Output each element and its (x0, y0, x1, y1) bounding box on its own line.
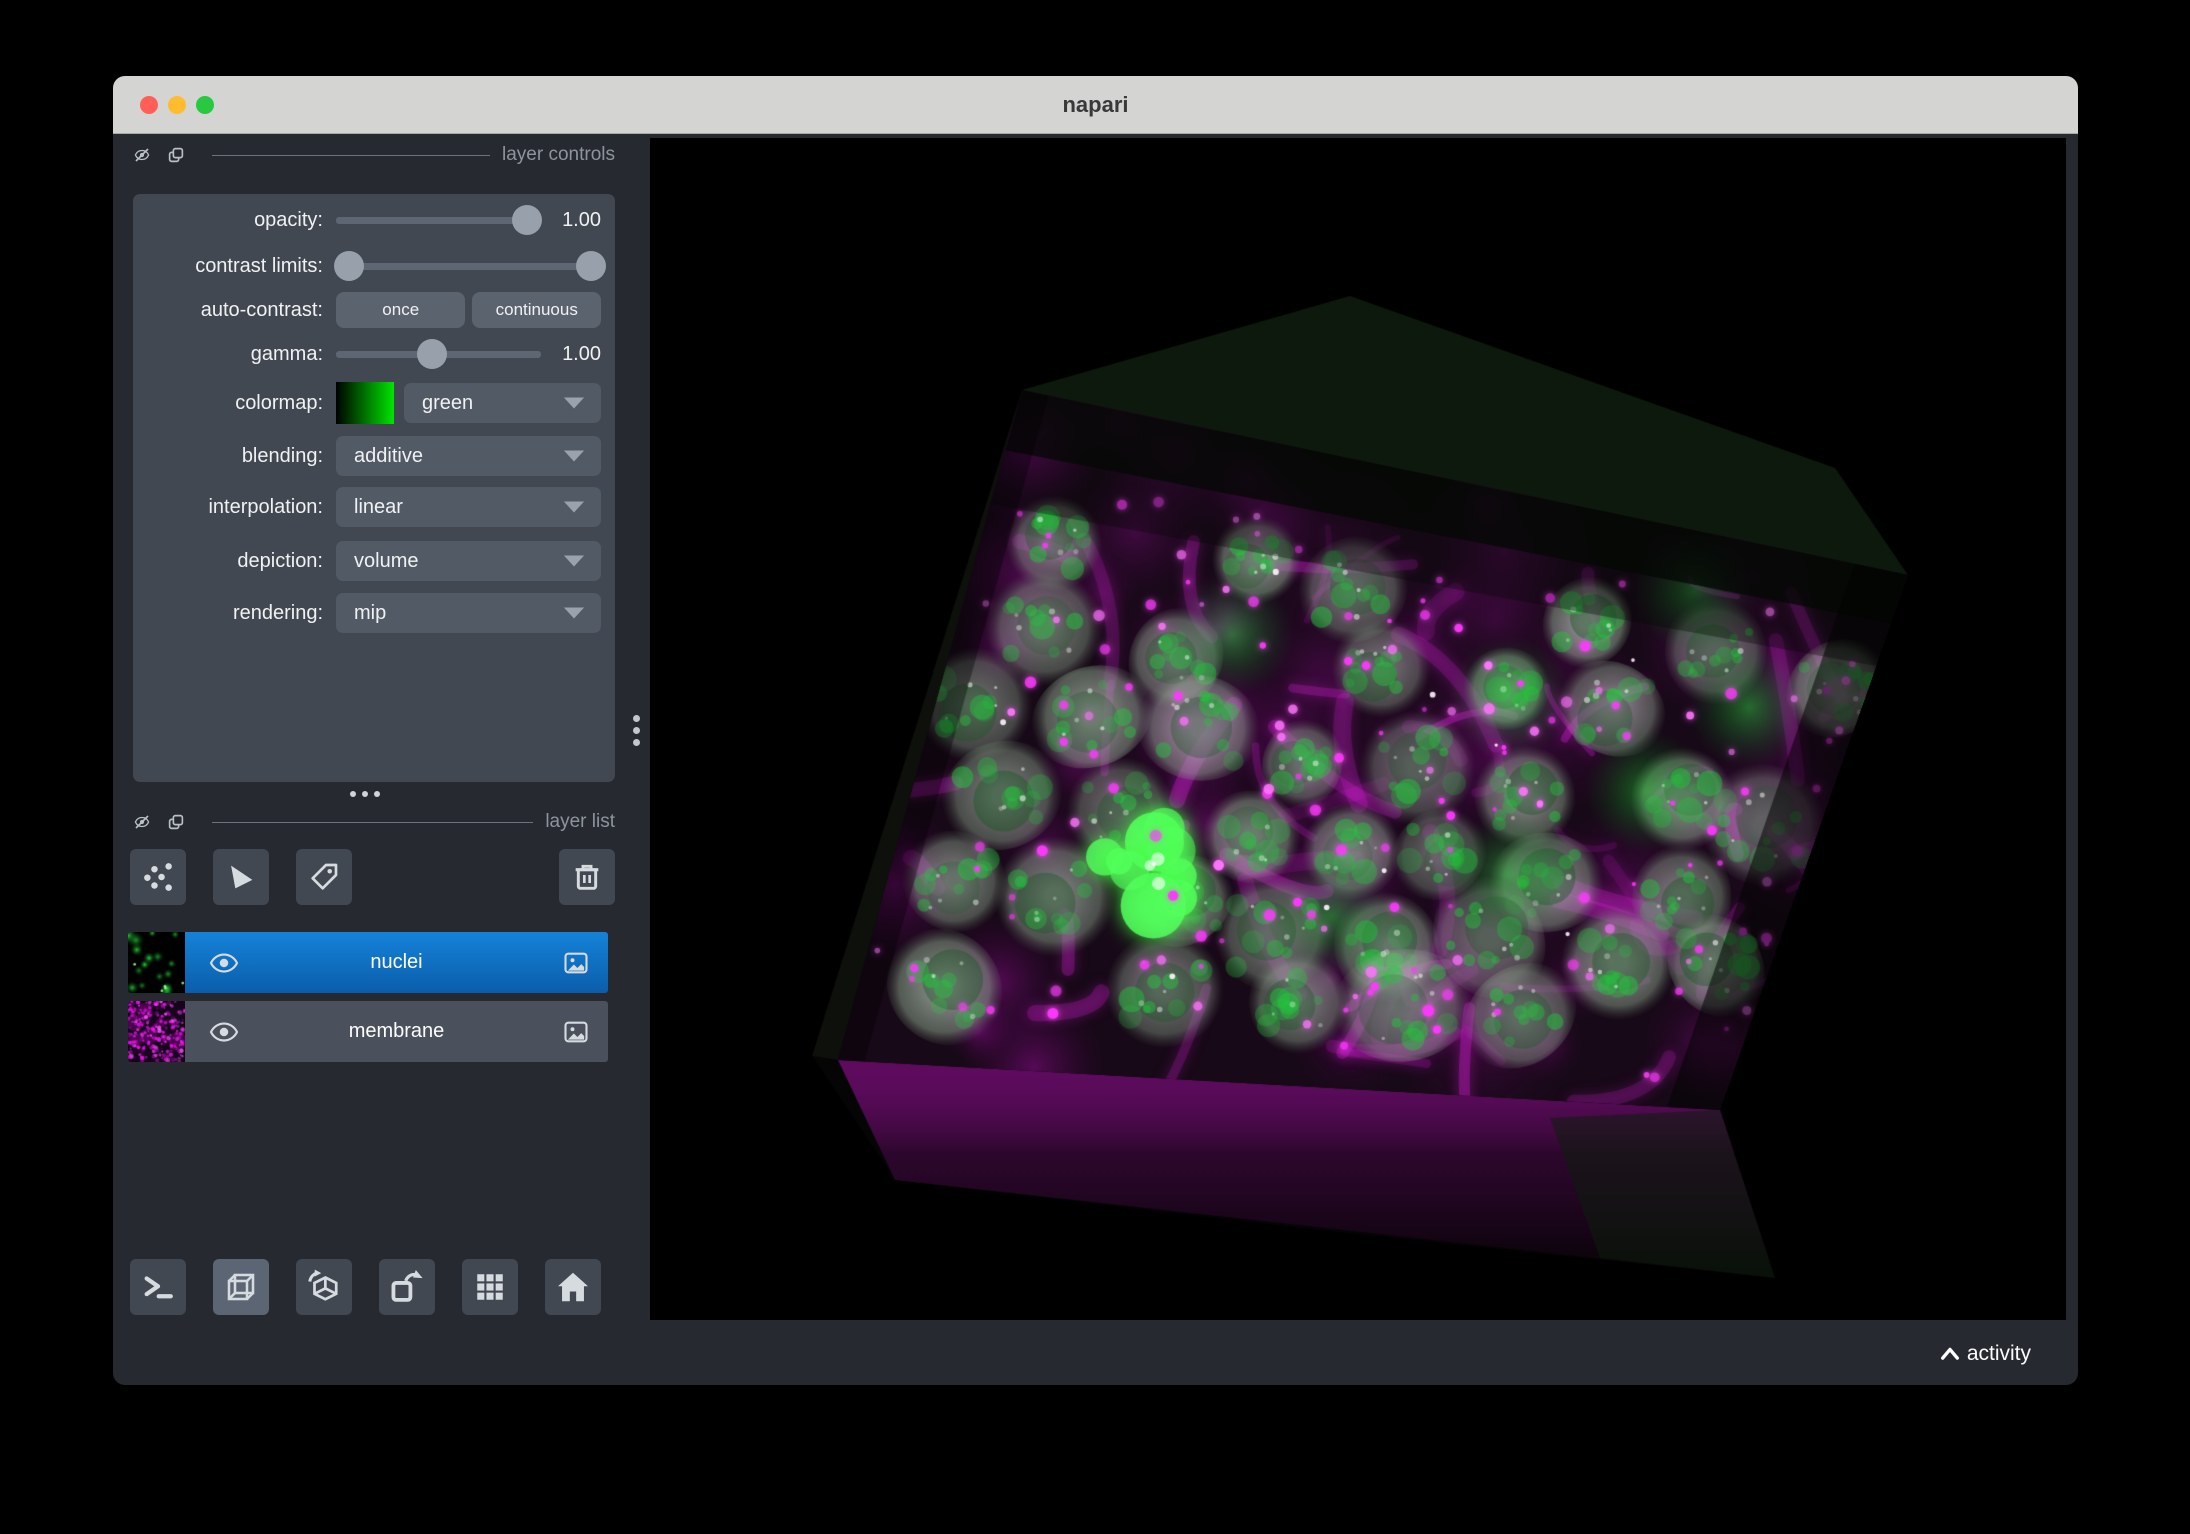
auto-contrast-once-button[interactable]: once (336, 292, 465, 328)
home-reset-view-button[interactable] (545, 1259, 601, 1315)
transpose-dimensions-button[interactable] (379, 1259, 435, 1315)
points-icon (141, 860, 175, 894)
viewer-toolbar (130, 1259, 615, 1315)
interpolation-value: linear (354, 496, 403, 519)
contrast-limits-track[interactable] (336, 263, 604, 270)
opacity-slider[interactable] (336, 205, 541, 235)
colormap-label: colormap: (147, 392, 323, 415)
depiction-row: depiction: volume (147, 539, 601, 583)
hide-panel-eye-slash-icon[interactable] (133, 813, 151, 831)
layer-list-header: layer list (133, 809, 615, 835)
dropdown-arrow-icon (563, 606, 585, 620)
gamma-value: 1.00 (541, 343, 601, 366)
labels-tag-icon (308, 861, 340, 893)
desktop-background: napari layer controls opacity: 1.00 cont… (0, 0, 2190, 1534)
roll-dimensions-button[interactable] (296, 1259, 352, 1315)
grid-icon (473, 1270, 507, 1304)
layer-list-title: layer list (545, 811, 615, 833)
delete-layer-button[interactable] (559, 849, 615, 905)
console-icon (141, 1270, 175, 1304)
opacity-value: 1.00 (541, 209, 601, 232)
header-divider-line (212, 155, 490, 156)
nuclei-thumbnail[interactable] (128, 932, 185, 993)
depiction-label: depiction: (147, 550, 323, 573)
layer-controls-title: layer controls (502, 144, 615, 166)
colormap-dropdown[interactable]: green (404, 383, 601, 423)
gamma-row: gamma: 1.00 (147, 332, 601, 376)
activity-button[interactable]: activity (1937, 1334, 2031, 1374)
colormap-row: colormap: green (147, 381, 601, 425)
interpolation-dropdown[interactable]: linear (336, 487, 601, 527)
auto-contrast-row: auto-contrast: once continuous (147, 288, 601, 332)
trash-icon (571, 861, 603, 893)
window-titlebar[interactable]: napari (113, 76, 2078, 134)
layer-name: nuclei (185, 951, 608, 974)
gamma-slider[interactable] (336, 339, 541, 369)
blending-label: blending: (147, 445, 323, 468)
grid-view-button[interactable] (462, 1259, 518, 1315)
rendering-row: rendering: mip (147, 591, 601, 635)
opacity-slider-handle[interactable] (512, 205, 542, 235)
once-button-label: once (382, 300, 419, 320)
new-points-layer-button[interactable] (130, 849, 186, 905)
contrast-limits-slider[interactable] (336, 251, 604, 281)
dock-resize-handle[interactable] (629, 712, 643, 752)
new-labels-layer-button[interactable] (296, 849, 352, 905)
rendering-dropdown[interactable]: mip (336, 593, 601, 633)
interpolation-row: interpolation: linear (147, 485, 601, 529)
layer-controls-header: layer controls (133, 142, 615, 168)
viewer-canvas[interactable] (650, 138, 2066, 1320)
opacity-slider-track[interactable] (336, 217, 541, 224)
layer-controls-panel: opacity: 1.00 contrast limits: auto-cont… (133, 194, 615, 782)
panel-divider-handle[interactable] (350, 791, 384, 798)
colormap-value: green (422, 392, 473, 415)
opacity-row: opacity: 1.00 (147, 198, 601, 242)
auto-contrast-label: auto-contrast: (147, 299, 323, 322)
shapes-icon (224, 860, 258, 894)
membrane-thumbnail[interactable] (128, 1001, 185, 1062)
layer-name: membrane (185, 1020, 608, 1043)
opacity-label: opacity: (147, 209, 323, 232)
layer-row-nuclei[interactable]: nuclei (128, 932, 608, 993)
blending-dropdown[interactable]: additive (336, 436, 601, 476)
header-divider-line (212, 822, 533, 823)
ndisplay-toggle-button[interactable] (213, 1259, 269, 1315)
layer-buttons-bar (130, 849, 615, 905)
rendering-label: rendering: (147, 602, 323, 625)
interpolation-label: interpolation: (147, 496, 323, 519)
window-title: napari (113, 76, 2078, 133)
contrast-limits-high-handle[interactable] (576, 251, 606, 281)
activity-label: activity (1967, 1342, 2031, 1366)
continuous-button-label: continuous (496, 300, 578, 320)
gamma-slider-handle[interactable] (417, 339, 447, 369)
blending-row: blending: additive (147, 434, 601, 478)
console-button[interactable] (130, 1259, 186, 1315)
dropdown-arrow-icon (563, 554, 585, 568)
roll-cube-icon (305, 1268, 343, 1306)
gamma-label: gamma: (147, 343, 323, 366)
float-panel-icon[interactable] (167, 146, 185, 164)
dropdown-arrow-icon (563, 449, 585, 463)
rendering-value: mip (354, 602, 386, 625)
float-panel-icon[interactable] (167, 813, 185, 831)
depiction-value: volume (354, 550, 418, 573)
contrast-limits-low-handle[interactable] (334, 251, 364, 281)
colormap-gradient-swatch (336, 382, 394, 424)
layer-row-membrane[interactable]: membrane (128, 1001, 608, 1062)
transpose-arrow-icon (388, 1268, 426, 1306)
auto-contrast-continuous-button[interactable]: continuous (472, 292, 601, 328)
dropdown-arrow-icon (563, 396, 585, 410)
dropdown-arrow-icon (563, 500, 585, 514)
contrast-limits-row: contrast limits: (147, 244, 601, 288)
volume-render[interactable] (650, 138, 2066, 1320)
new-shapes-layer-button[interactable] (213, 849, 269, 905)
blending-value: additive (354, 445, 423, 468)
napari-window: napari layer controls opacity: 1.00 cont… (113, 76, 2078, 1385)
cube-3d-icon (223, 1269, 259, 1305)
home-icon (555, 1269, 591, 1305)
hide-panel-eye-slash-icon[interactable] (133, 146, 151, 164)
depiction-dropdown[interactable]: volume (336, 541, 601, 581)
chevron-up-icon (1937, 1343, 1963, 1365)
contrast-limits-label: contrast limits: (147, 255, 323, 278)
